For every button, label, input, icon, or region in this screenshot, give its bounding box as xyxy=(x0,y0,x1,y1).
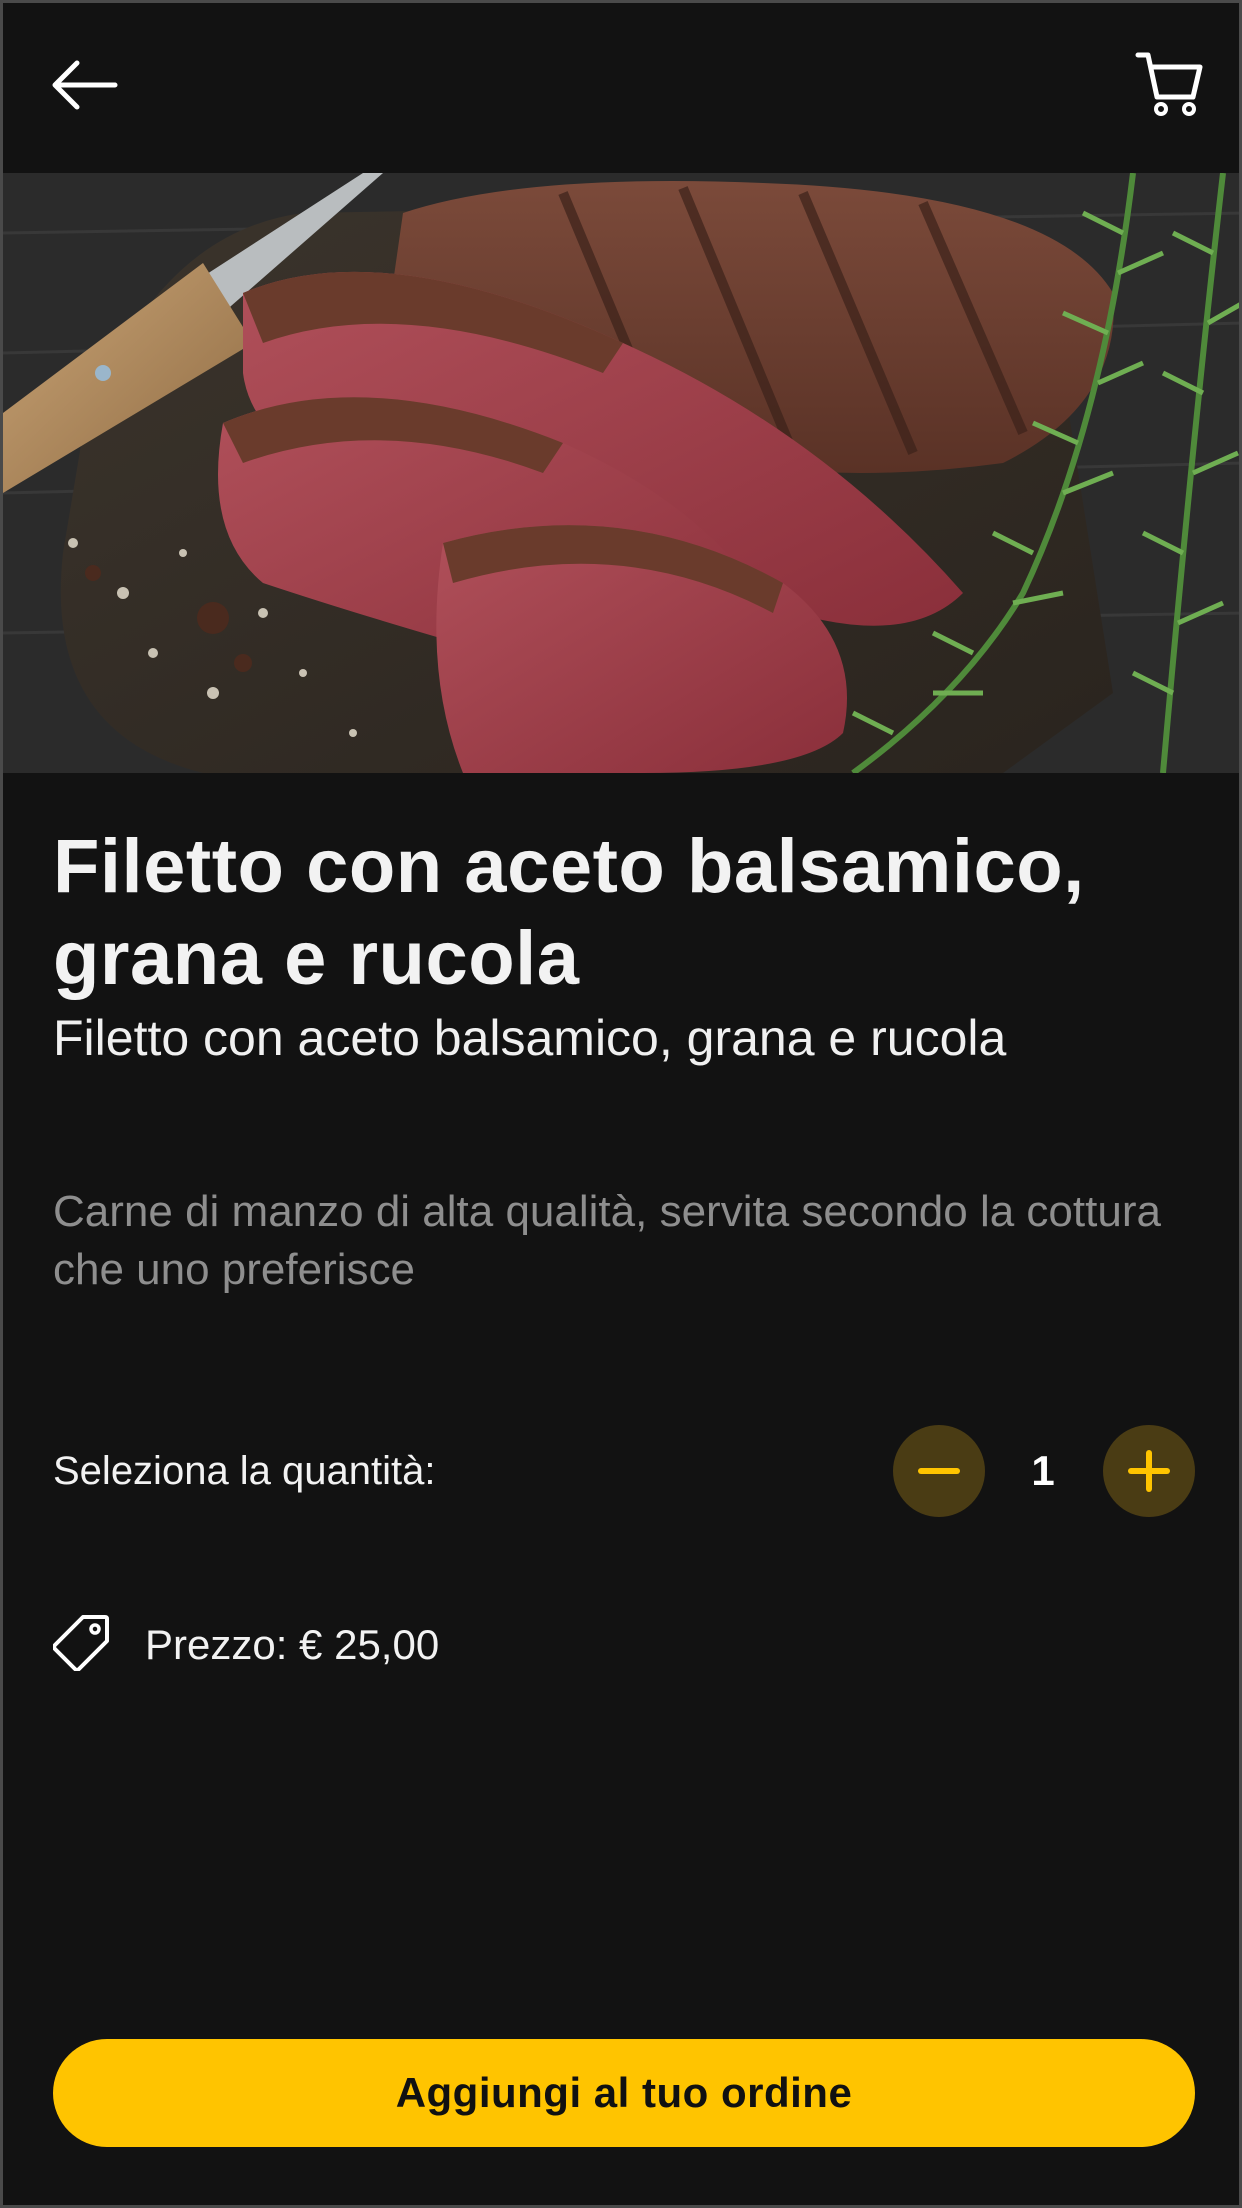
add-to-order-button[interactable]: Aggiungi al tuo ordine xyxy=(53,2039,1195,2147)
price-text: Prezzo: € 25,00 xyxy=(145,1621,440,1668)
plus-icon xyxy=(1128,1450,1170,1492)
product-description: Carne di manzo di alta qualità, servita … xyxy=(53,1187,1161,1294)
product-title: Filetto con aceto balsamico, grana e ruc… xyxy=(53,824,1085,1001)
product-detail-screen: Filetto con aceto balsamico, grana e ruc… xyxy=(0,0,1242,2208)
header xyxy=(3,3,1239,173)
minus-icon xyxy=(918,1468,960,1474)
price-tag-icon xyxy=(53,1615,109,1671)
product-subtitle: Filetto con aceto balsamico, grana e ruc… xyxy=(53,1010,1007,1066)
shopping-cart-icon xyxy=(1135,52,1203,116)
quantity-increase-button[interactable] xyxy=(1103,1425,1195,1517)
cart-button[interactable] xyxy=(1135,49,1203,119)
quantity-value: 1 xyxy=(1031,1447,1055,1494)
quantity-label: Seleziona la quantità: xyxy=(53,1449,436,1493)
arrow-left-icon xyxy=(52,60,118,110)
steak-photo xyxy=(3,173,1239,773)
quantity-decrease-button[interactable] xyxy=(893,1425,985,1517)
back-button[interactable] xyxy=(47,53,119,117)
product-image xyxy=(3,173,1239,773)
